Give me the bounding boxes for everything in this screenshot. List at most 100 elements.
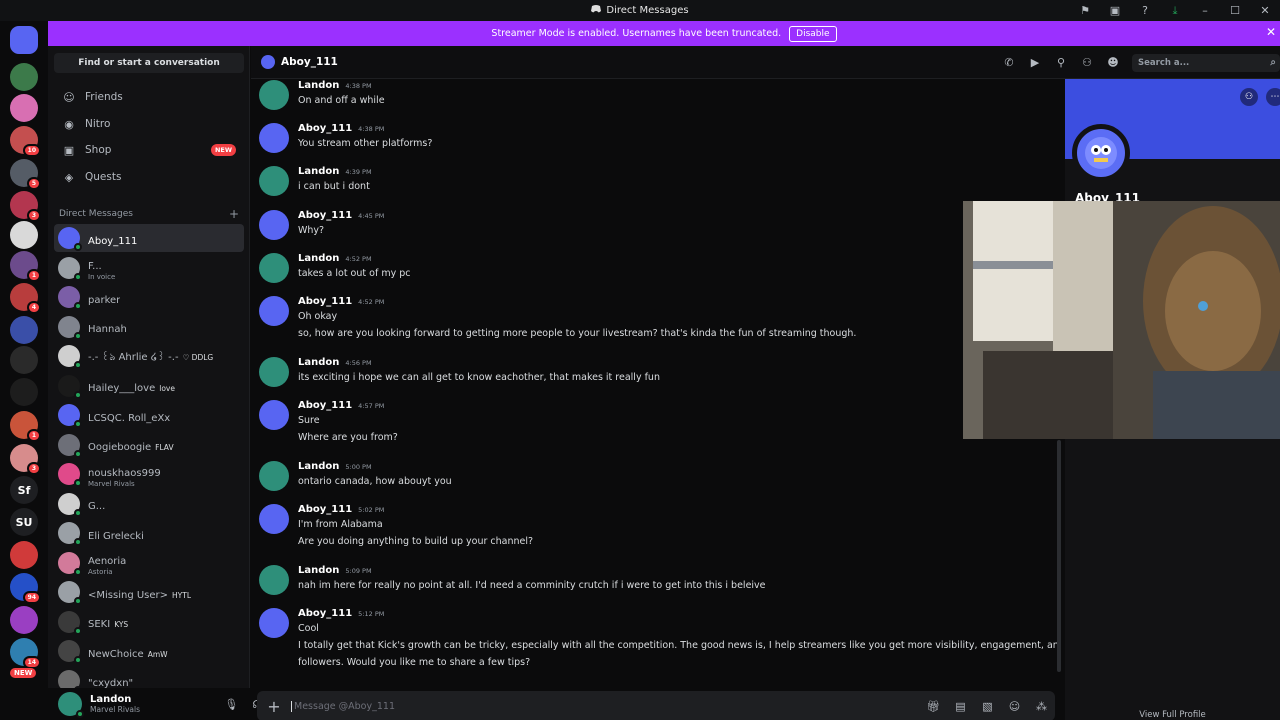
server-icon[interactable]: 10	[10, 126, 41, 157]
server-icon[interactable]: 4	[10, 283, 41, 314]
message-text: followers. Would you like me to share a …	[298, 657, 531, 668]
avatar	[58, 640, 82, 664]
message-author[interactable]: Landon	[298, 461, 339, 472]
pin-icon[interactable]: ⚲	[1048, 56, 1074, 69]
view-full-profile-link[interactable]: View Full Profile	[1065, 710, 1280, 720]
add-attachment-icon[interactable]: +	[257, 697, 291, 716]
server-icon[interactable]	[10, 26, 38, 54]
server-icon[interactable]: 14	[10, 638, 41, 669]
avatar[interactable]	[259, 80, 289, 110]
avatar[interactable]	[259, 123, 289, 153]
close-icon[interactable]: ✕	[1266, 25, 1276, 39]
server-icon[interactable]: Sf	[10, 476, 38, 504]
server-icon[interactable]	[10, 63, 38, 91]
maximize-button[interactable]: ☐	[1220, 0, 1250, 21]
disable-streamer-mode-button[interactable]: Disable	[789, 25, 837, 42]
server-icon[interactable]: 94	[10, 573, 41, 604]
server-icon[interactable]: 5	[10, 159, 41, 190]
dm-item[interactable]: <Missing User> HYTL	[54, 578, 244, 606]
dm-item[interactable]: Hannah	[54, 313, 244, 341]
mention-badge: 5	[26, 177, 41, 190]
emoji-icon[interactable]: ☺	[1001, 700, 1028, 713]
more-options-icon[interactable]: ⋯	[1266, 88, 1280, 106]
dm-item[interactable]: Aboy_111	[54, 224, 244, 252]
message-author[interactable]: Aboy_111	[298, 608, 352, 619]
minimize-button[interactable]: –	[1190, 0, 1220, 21]
gif-icon[interactable]: ▤	[947, 700, 974, 713]
dm-item[interactable]: LCSQC. Roll_eXx	[54, 401, 244, 429]
dm-item[interactable]: Hailey___love love	[54, 372, 244, 400]
avatar[interactable]	[259, 253, 289, 283]
nav-item-shop[interactable]: ▣ Shop NEW	[54, 138, 244, 162]
server-icon[interactable]	[10, 316, 38, 344]
avatar[interactable]	[259, 400, 289, 430]
gift-icon[interactable]: 🎁︎	[920, 700, 947, 713]
message-author[interactable]: Aboy_111	[298, 504, 352, 515]
message-author[interactable]: Landon	[298, 80, 339, 91]
add-friend-icon[interactable]: ⚇	[1240, 88, 1258, 106]
avatar[interactable]	[259, 461, 289, 491]
dm-item[interactable]: -.- ꒰ঌ Ahrlie ໒꒱ -.- ♡ DDLG	[54, 342, 244, 370]
dm-item[interactable]: Eli Grelecki	[54, 519, 244, 547]
message-author[interactable]: Landon	[298, 565, 339, 576]
dm-item[interactable]: SEKI KYS	[54, 608, 244, 636]
server-icon[interactable]	[10, 94, 38, 122]
message-input[interactable]: Message @Aboy_111	[291, 700, 920, 712]
voice-call-icon[interactable]: ✆	[996, 56, 1022, 69]
dm-item[interactable]: F... In voice	[54, 254, 244, 282]
help-icon[interactable]: ?	[1130, 0, 1160, 21]
message-author[interactable]: Landon	[298, 166, 339, 177]
add-friends-icon[interactable]: ⚇	[1074, 56, 1100, 69]
avatar[interactable]	[259, 565, 289, 595]
message-author[interactable]: Landon	[298, 253, 339, 264]
avatar[interactable]	[259, 504, 289, 534]
microphone-icon[interactable]: 🎙︎	[224, 698, 238, 711]
avatar[interactable]	[259, 210, 289, 240]
avatar[interactable]	[259, 357, 289, 387]
dm-item[interactable]: nouskhaos999 Marvel Rivals	[54, 460, 244, 488]
profile-avatar[interactable]	[1072, 124, 1130, 182]
server-icon[interactable]: 1	[10, 251, 41, 282]
server-icon[interactable]	[10, 378, 38, 406]
message-author[interactable]: Aboy_111	[298, 296, 352, 307]
avatar[interactable]	[259, 166, 289, 196]
dm-item[interactable]: parker	[54, 283, 244, 311]
dm-item[interactable]: Aenoria Astoria	[54, 549, 244, 577]
video-call-icon[interactable]: ▶	[1022, 56, 1048, 69]
nav-item-quests[interactable]: ◈ Quests	[54, 165, 244, 189]
server-icon[interactable]	[10, 221, 38, 249]
nav-item-friends[interactable]: ☺ Friends	[54, 85, 244, 109]
server-icon[interactable]	[10, 541, 38, 569]
avatar[interactable]	[58, 692, 84, 718]
close-button[interactable]: ✕	[1250, 0, 1280, 21]
mention-badge: 10	[22, 144, 41, 157]
dm-item[interactable]: Oogieboogie FLAV	[54, 431, 244, 459]
download-icon[interactable]: ⤓	[1160, 0, 1190, 21]
inbox-icon[interactable]: ▣	[1100, 0, 1130, 21]
server-icon[interactable]	[10, 606, 38, 634]
flag-icon[interactable]: ⚑	[1070, 0, 1100, 21]
sticker-icon[interactable]: ▧	[974, 700, 1001, 713]
dm-item[interactable]: G...	[54, 490, 244, 518]
apps-icon[interactable]: ⁂	[1028, 700, 1055, 713]
message-author[interactable]: Aboy_111	[298, 400, 352, 411]
search-input[interactable]: Search a... ⌕	[1132, 53, 1280, 72]
server-icon[interactable]: SU	[10, 508, 38, 536]
user-profile-icon[interactable]: ☻	[1100, 56, 1126, 69]
server-icon[interactable]: 3	[10, 444, 41, 475]
server-icon[interactable]: 3	[10, 191, 41, 222]
server-icon[interactable]: 1	[10, 411, 41, 442]
message-timestamp: 4:38 PM	[358, 125, 385, 133]
server-icon[interactable]	[10, 346, 38, 374]
create-dm-icon[interactable]: +	[229, 207, 239, 221]
message-author[interactable]: Aboy_111	[298, 210, 352, 221]
avatar[interactable]	[259, 608, 289, 638]
message-author[interactable]: Landon	[298, 357, 339, 368]
scrollbar[interactable]	[1057, 440, 1061, 672]
nav-item-nitro[interactable]: ◉ Nitro	[54, 112, 244, 136]
friends-icon: ☺	[63, 90, 75, 104]
avatar[interactable]	[259, 296, 289, 326]
message-author[interactable]: Aboy_111	[298, 123, 352, 134]
find-conversation-button[interactable]: Find or start a conversation	[54, 53, 244, 73]
dm-item[interactable]: NewChoice AmW	[54, 637, 244, 665]
